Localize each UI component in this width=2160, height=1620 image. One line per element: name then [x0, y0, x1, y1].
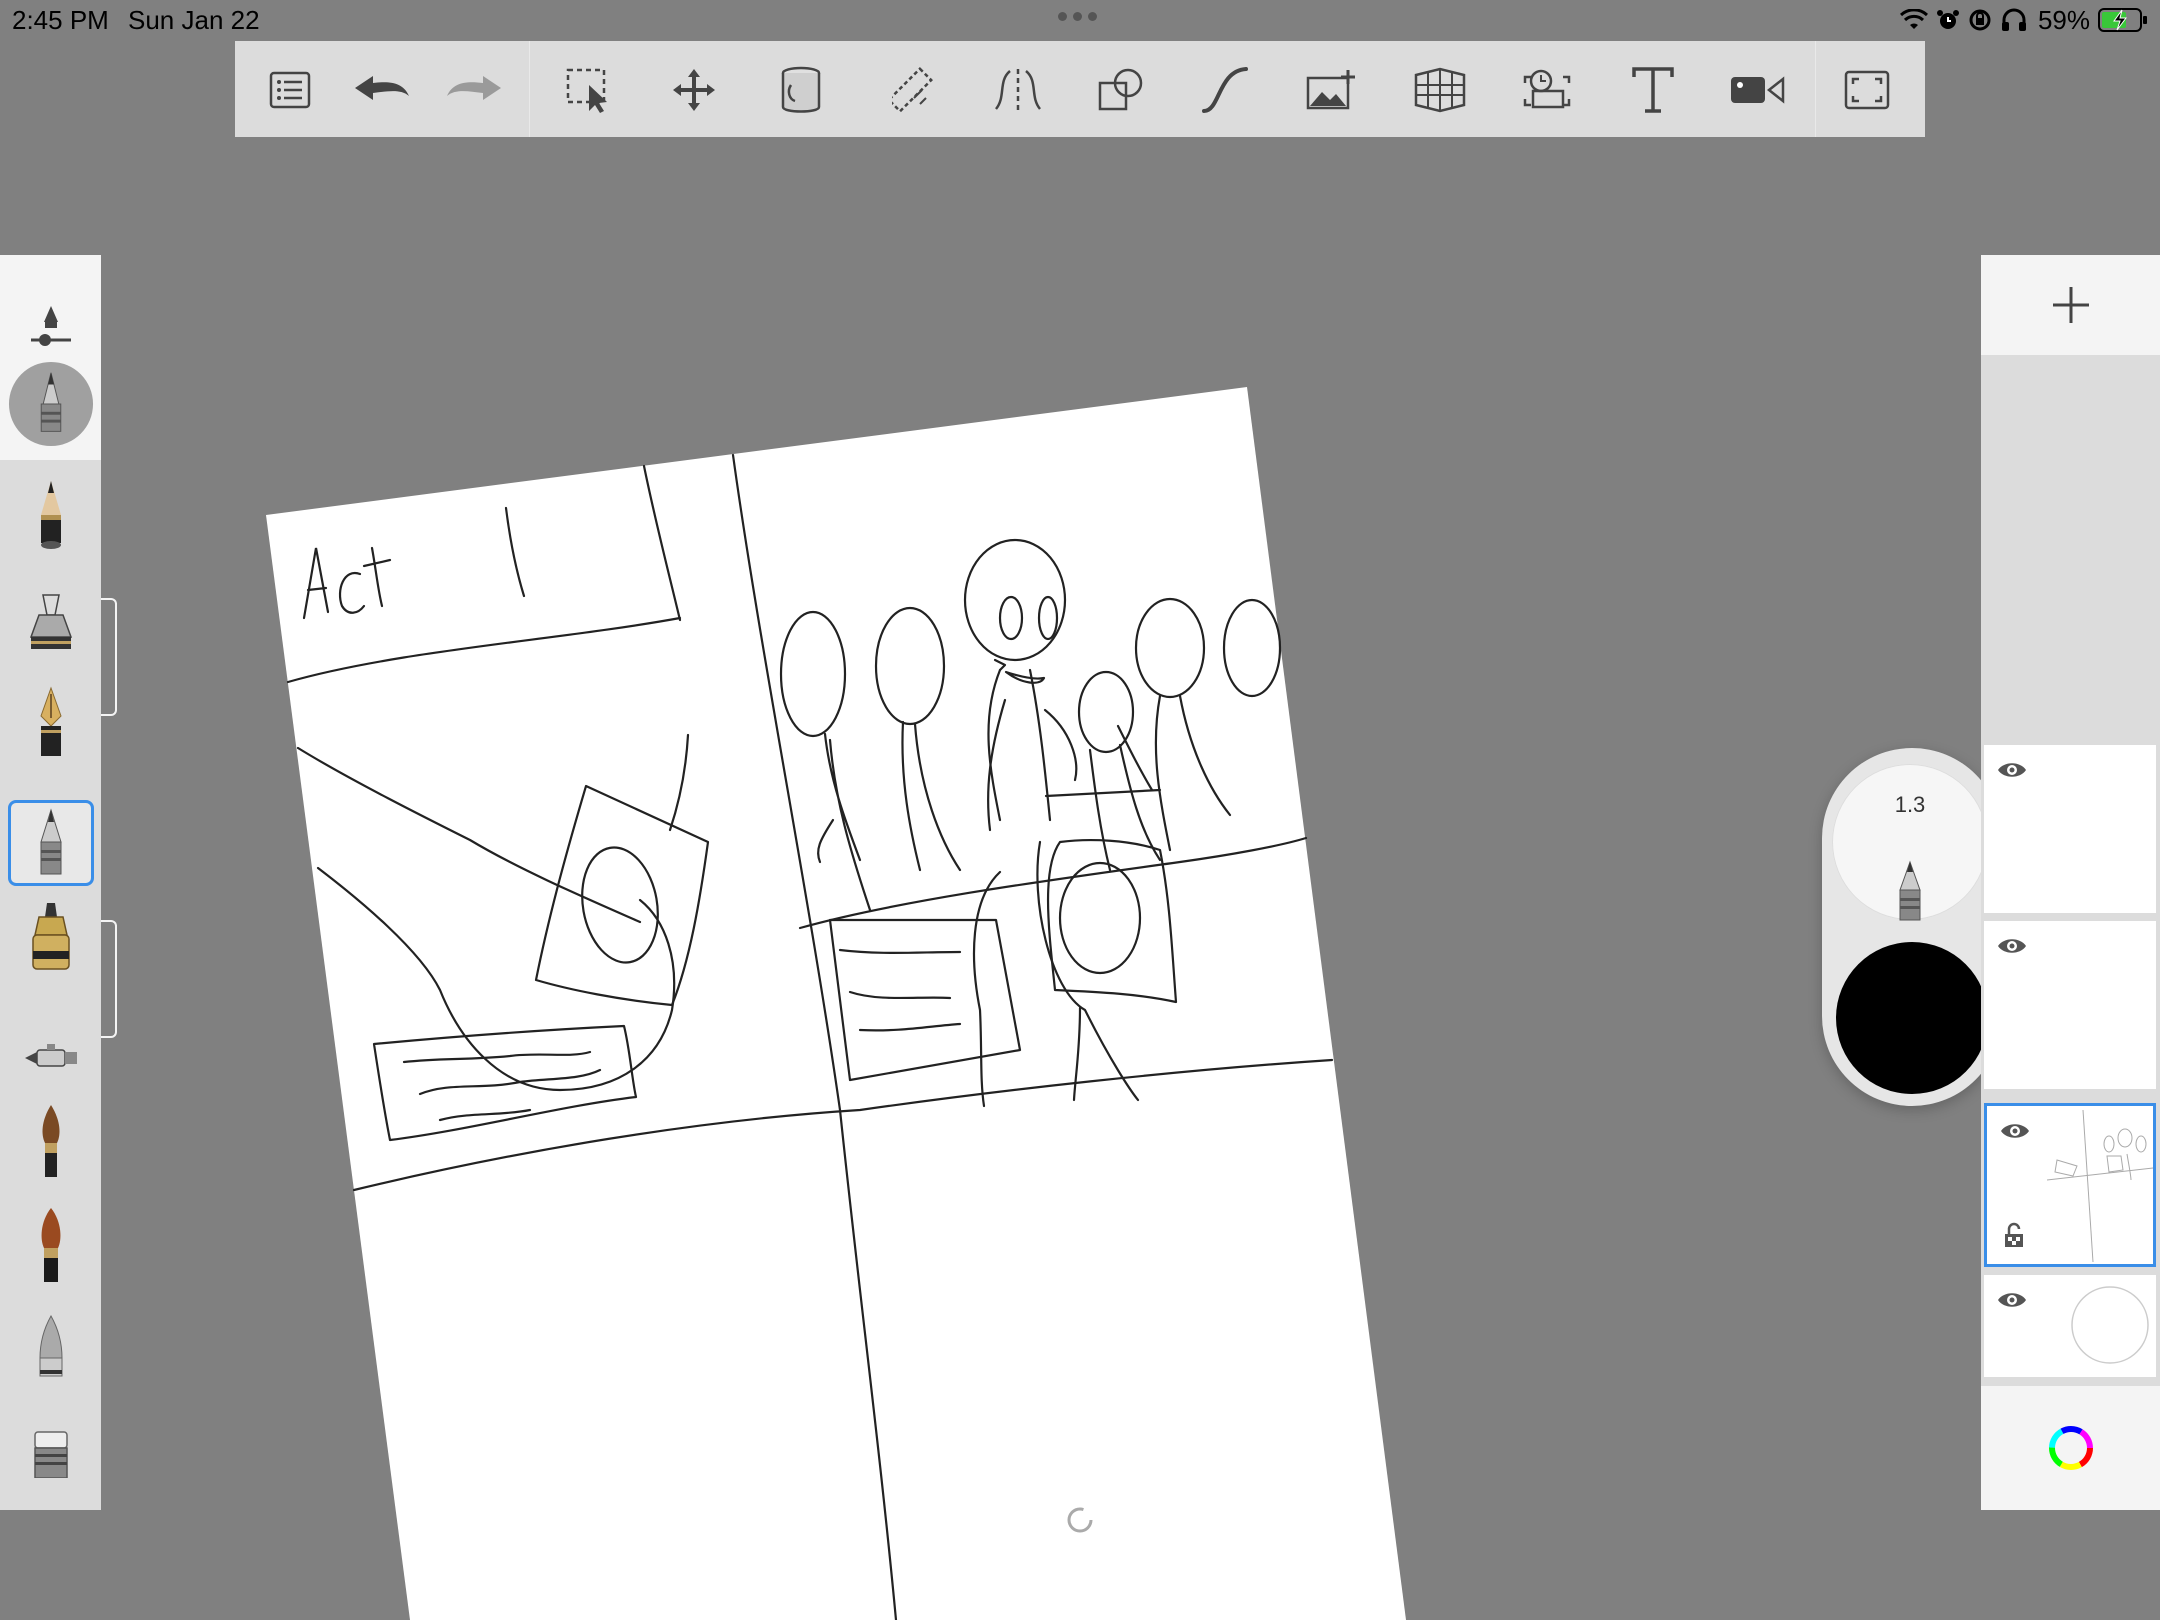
ballpoint-puck-icon [1899, 860, 1921, 921]
eye-icon[interactable] [1999, 1120, 2031, 1142]
layer-sketch-preview [2047, 1110, 2153, 1262]
undo-icon[interactable] [353, 61, 411, 119]
lock-icon[interactable] [2003, 1222, 2025, 1248]
alarm-icon [1936, 10, 1959, 29]
perspective-grid-icon[interactable] [1411, 61, 1469, 119]
status-bar: 2:45 PM Sun Jan 22 59% [0, 0, 2160, 40]
symmetry-icon[interactable] [989, 61, 1047, 119]
battery-percent: 59% [2037, 4, 2090, 35]
layers-list-icon[interactable] [261, 61, 319, 119]
redo-icon[interactable] [445, 61, 503, 119]
multitasking-dots-icon[interactable] [1058, 12, 1097, 21]
import-image-icon[interactable] [1302, 61, 1360, 119]
layer-panel [1981, 255, 2160, 1510]
brush-settings-icon[interactable] [8, 281, 94, 367]
battery-charging-icon [2098, 8, 2147, 32]
main-toolbar [235, 41, 1925, 137]
smudge-brush-icon[interactable] [8, 1307, 94, 1393]
transform-icon[interactable] [665, 61, 723, 119]
layer-3-thumbnail[interactable] [1984, 921, 2156, 1089]
text-icon[interactable] [1624, 61, 1682, 119]
airbrush-icon[interactable] [8, 1015, 94, 1101]
brush-size-value: 1.3 [1894, 792, 1926, 817]
sketch-strokes [286, 453, 1334, 1620]
brush-puck: 1.3 [1822, 748, 2002, 1106]
brush-size-puck[interactable]: 1.3 [1832, 764, 1988, 921]
pencil-brush-icon[interactable] [8, 473, 94, 559]
fountain-pen-brush-icon[interactable] [8, 681, 94, 767]
layer-4-thumbnail[interactable] [1984, 745, 2156, 913]
loading-spinner-icon [1067, 1507, 1093, 1533]
wifi-icon [1899, 9, 1928, 29]
ballpoint-brush-icon[interactable] [8, 800, 94, 886]
eraser-brush-icon[interactable] [8, 1405, 94, 1491]
color-picker-area [1981, 1386, 2160, 1510]
selection-icon[interactable] [561, 61, 619, 119]
canvas-paper[interactable] [266, 387, 1406, 1620]
add-layer-button[interactable] [1981, 255, 2160, 355]
brush-panel [0, 255, 101, 1510]
status-date: Sun Jan 22 [128, 5, 260, 35]
ink-brush-icon[interactable] [8, 895, 94, 981]
headphones-icon [2001, 8, 2026, 31]
shape-icon[interactable] [1092, 61, 1150, 119]
ruler-icon[interactable] [889, 61, 947, 119]
brush-panel-tab-top[interactable] [101, 598, 117, 716]
background-color-swatch[interactable] [2070, 1285, 2150, 1365]
layer-2-thumbnail[interactable] [1984, 1103, 2156, 1267]
fill-bucket-icon[interactable] [772, 61, 830, 119]
status-icons: 59% [1899, 4, 2148, 36]
status-time: 2:45 PM [12, 5, 109, 35]
marker-brush-icon[interactable] [8, 581, 94, 667]
fullscreen-icon[interactable] [1838, 61, 1896, 119]
paintbrush-icon[interactable] [8, 1099, 94, 1185]
time-lapse-icon[interactable] [1518, 61, 1576, 119]
plus-icon [2052, 287, 2089, 323]
eye-icon[interactable] [1996, 935, 2028, 957]
curve-icon[interactable] [1196, 61, 1254, 119]
video-icon[interactable] [1728, 61, 1786, 119]
rotation-lock-icon [1969, 9, 1991, 31]
watercolor-brush-icon[interactable] [8, 1203, 94, 1289]
current-brush-preview[interactable] [8, 361, 94, 447]
color-wheel-icon[interactable] [2047, 1424, 2095, 1472]
background-layer-thumbnail[interactable] [1984, 1275, 2156, 1377]
brush-panel-tab-bottom[interactable] [101, 920, 117, 1038]
eye-icon[interactable] [1996, 1289, 2028, 1311]
act-heading-strokes [302, 506, 526, 620]
eye-icon[interactable] [1996, 759, 2028, 781]
brush-color-puck[interactable] [1836, 942, 1988, 1094]
